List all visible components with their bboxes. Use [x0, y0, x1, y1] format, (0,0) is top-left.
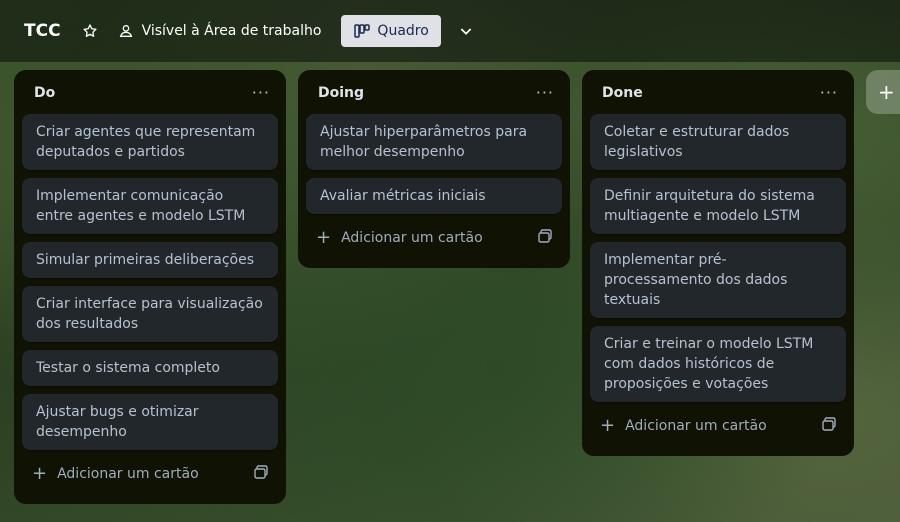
card[interactable]: Criar interface para visualização dos re…: [22, 286, 278, 342]
add-card-label: Adicionar um cartão: [625, 418, 767, 434]
card-template-icon[interactable]: [254, 465, 268, 483]
add-card-label: Adicionar um cartão: [341, 230, 483, 246]
star-icon[interactable]: [81, 22, 99, 40]
list-doing: Doing ··· Ajustar hiperparâmetros para m…: [298, 70, 570, 268]
chevron-down-icon[interactable]: [457, 22, 475, 40]
card-template-icon[interactable]: [822, 417, 836, 435]
card[interactable]: Implementar pré-processamento dos dados …: [590, 242, 846, 318]
add-card-button[interactable]: + Adicionar um cartão: [32, 465, 199, 483]
add-card-button[interactable]: + Adicionar um cartão: [316, 229, 483, 247]
list-title[interactable]: Do: [34, 85, 55, 101]
plus-icon: +: [600, 415, 616, 436]
add-card-label: Adicionar um cartão: [57, 466, 199, 482]
card[interactable]: Avaliar métricas iniciais: [306, 178, 562, 214]
card[interactable]: Implementar comunicação entre agentes e …: [22, 178, 278, 234]
card[interactable]: Testar o sistema completo: [22, 350, 278, 386]
list-header: Done ···: [590, 78, 846, 108]
add-card-button[interactable]: + Adicionar um cartão: [600, 417, 767, 435]
add-card-row: + Adicionar um cartão: [22, 458, 278, 490]
list-title[interactable]: Done: [602, 85, 643, 101]
add-card-row: + Adicionar um cartão: [306, 222, 562, 254]
card[interactable]: Criar e treinar o modelo LSTM com dados …: [590, 326, 846, 402]
card[interactable]: Criar agentes que representam deputados …: [22, 114, 278, 170]
list-title[interactable]: Doing: [318, 85, 364, 101]
card[interactable]: Coletar e estruturar dados legislativos: [590, 114, 846, 170]
add-card-row: + Adicionar um cartão: [590, 410, 846, 442]
board-title[interactable]: TCC: [24, 21, 61, 41]
add-list-button[interactable]: +: [866, 70, 900, 114]
list-done: Done ··· Coletar e estruturar dados legi…: [582, 70, 854, 456]
card-template-icon[interactable]: [538, 229, 552, 247]
list-do: Do ··· Criar agentes que representam dep…: [14, 70, 286, 504]
board-view-icon: [353, 22, 371, 40]
card[interactable]: Simular primeiras deliberações: [22, 242, 278, 278]
ellipsis-icon[interactable]: ···: [536, 85, 554, 101]
plus-icon: +: [316, 227, 332, 248]
visibility-button[interactable]: Visível à Área de trabalho: [117, 22, 322, 40]
list-header: Do ···: [22, 78, 278, 108]
plus-icon: +: [878, 80, 895, 104]
plus-icon: +: [32, 463, 48, 484]
card[interactable]: Definir arquitetura do sistema multiagen…: [590, 178, 846, 234]
list-header: Doing ···: [306, 78, 562, 108]
view-label: Quadro: [377, 23, 429, 39]
workspace-visibility-icon: [117, 22, 135, 40]
card[interactable]: Ajustar bugs e otimizar desempenho: [22, 394, 278, 450]
card[interactable]: Ajustar hiperparâmetros para melhor dese…: [306, 114, 562, 170]
board-header: TCC Visível à Área de trabalho Quadro: [0, 0, 900, 62]
ellipsis-icon[interactable]: ···: [252, 85, 270, 101]
board-view-button[interactable]: Quadro: [341, 15, 441, 47]
visibility-label: Visível à Área de trabalho: [141, 23, 322, 39]
ellipsis-icon[interactable]: ···: [820, 85, 838, 101]
